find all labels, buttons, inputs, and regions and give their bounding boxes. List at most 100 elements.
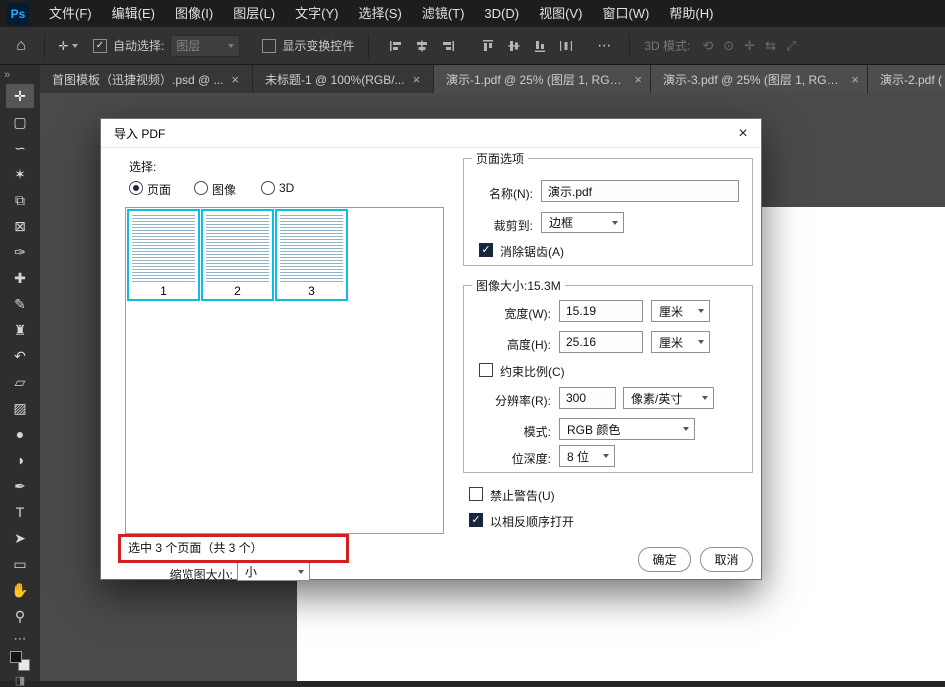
bit-depth-dropdown[interactable]: 8 位	[559, 445, 615, 467]
tool-rectangle[interactable]: ▭	[6, 552, 34, 576]
name-input[interactable]	[541, 180, 739, 202]
align-right-icon[interactable]	[435, 34, 461, 58]
photoshop-logo[interactable]: Ps	[7, 3, 29, 25]
radio-pages-label[interactable]: 页面	[147, 181, 171, 198]
antialias-checkbox[interactable]	[479, 243, 493, 257]
tool-zoom[interactable]: ⚲	[6, 604, 34, 628]
antialias-label[interactable]: 消除锯齿(A)	[500, 243, 564, 260]
scale-3d-icon[interactable]: ⤢	[786, 38, 796, 54]
drag-3d-icon[interactable]: ✛	[744, 38, 755, 54]
move-tool-preset-icon[interactable]: ✛	[55, 33, 81, 59]
tool-gradient[interactable]: ▨	[6, 396, 34, 420]
suppress-warnings-label[interactable]: 禁止警告(U)	[490, 487, 555, 504]
menu-item-help[interactable]: 帮助(H)	[659, 0, 723, 27]
home-icon[interactable]: ⌂	[8, 33, 34, 59]
menu-item-file[interactable]: 文件(F)	[39, 0, 102, 27]
tool-pen[interactable]: ✒	[6, 474, 34, 498]
ok-button[interactable]: 确定	[638, 547, 691, 572]
menu-item-type[interactable]: 文字(Y)	[285, 0, 348, 27]
radio-3d[interactable]	[261, 181, 275, 195]
pdf-page-list[interactable]: 1 2 3	[125, 207, 444, 534]
auto-select-target-dropdown[interactable]: 图层	[170, 35, 240, 57]
tool-eyedropper[interactable]: ✑	[6, 240, 34, 264]
slide-3d-icon[interactable]: ⇆	[765, 38, 776, 54]
tool-lasso[interactable]: ∽	[6, 136, 34, 160]
suppress-warnings-checkbox[interactable]	[469, 487, 483, 501]
pdf-page-thumbnail[interactable]: 3	[275, 209, 348, 301]
thumbnail-size-dropdown[interactable]: 小	[237, 562, 310, 581]
tool-type[interactable]: T	[6, 500, 34, 524]
mode-dropdown[interactable]: RGB 颜色	[559, 418, 695, 440]
tool-blur[interactable]: ●	[6, 422, 34, 446]
edit-toolbar-icon[interactable]: ⋯	[14, 631, 27, 647]
menu-item-filter[interactable]: 滤镜(T)	[412, 0, 475, 27]
width-unit-dropdown[interactable]: 厘米	[651, 300, 710, 322]
auto-select-checkbox[interactable]	[93, 39, 107, 53]
show-transform-checkbox[interactable]	[262, 39, 276, 53]
tool-hand[interactable]: ✋	[6, 578, 34, 602]
align-bottom-icon[interactable]	[527, 34, 553, 58]
reverse-order-checkbox[interactable]	[469, 513, 483, 527]
tool-crop[interactable]: ⧉	[6, 188, 34, 212]
menu-bar: Ps 文件(F) 编辑(E) 图像(I) 图层(L) 文字(Y) 选择(S) 滤…	[0, 0, 945, 27]
menu-item-layer[interactable]: 图层(L)	[223, 0, 285, 27]
document-tab[interactable]: 未标题-1 @ 100%(RGB/...	[253, 65, 433, 93]
document-tab[interactable]: 演示-3.pdf @ 25% (图层 1, RGB...	[651, 65, 867, 93]
menu-item-3d[interactable]: 3D(D)	[474, 0, 529, 27]
radio-3d-label[interactable]: 3D	[279, 181, 294, 195]
menu-item-image[interactable]: 图像(I)	[165, 0, 223, 27]
align-middle-vertical-icon[interactable]	[501, 34, 527, 58]
pdf-page-thumbnail[interactable]: 1	[127, 209, 200, 301]
radio-images[interactable]	[194, 181, 208, 195]
resolution-unit-dropdown[interactable]: 像素/英寸	[623, 387, 714, 409]
height-unit-dropdown[interactable]: 厘米	[651, 331, 710, 353]
menu-item-select[interactable]: 选择(S)	[348, 0, 411, 27]
menu-item-window[interactable]: 窗口(W)	[592, 0, 659, 27]
radio-images-label[interactable]: 图像	[212, 181, 236, 198]
close-icon[interactable]	[634, 72, 642, 87]
tool-healing-brush[interactable]: ✚	[6, 266, 34, 290]
orbit-3d-icon[interactable]: ⟲	[702, 38, 713, 54]
menu-item-view[interactable]: 视图(V)	[529, 0, 592, 27]
tool-path-selection[interactable]: ➤	[6, 526, 34, 550]
align-center-horizontal-icon[interactable]	[409, 34, 435, 58]
close-icon[interactable]	[725, 119, 761, 148]
document-tab[interactable]: 演示-1.pdf @ 25% (图层 1, RGB...	[434, 65, 650, 93]
roll-3d-icon[interactable]: ⊙	[723, 38, 734, 54]
more-align-options-icon[interactable]: ⋯	[589, 33, 619, 59]
expand-toolbar-icon[interactable]: »	[0, 65, 12, 83]
dialog-title-bar[interactable]: 导入 PDF	[101, 119, 761, 148]
constrain-proportions-checkbox[interactable]	[479, 363, 493, 377]
tool-eraser[interactable]: ▱	[6, 370, 34, 394]
tool-clone-stamp[interactable]: ♜	[6, 318, 34, 342]
document-tab[interactable]: 首图模板（迅捷视频）.psd @ ...	[40, 65, 252, 93]
menu-item-edit[interactable]: 编辑(E)	[102, 0, 165, 27]
close-icon[interactable]	[851, 72, 859, 87]
height-label: 高度(H):	[469, 336, 551, 353]
crop-to-dropdown[interactable]: 边框	[541, 212, 624, 233]
tool-brush[interactable]: ✎	[6, 292, 34, 316]
pdf-page-thumbnail[interactable]: 2	[201, 209, 274, 301]
tool-quick-selection[interactable]: ✶	[6, 162, 34, 186]
tool-history-brush[interactable]: ↶	[6, 344, 34, 368]
tool-move[interactable]: ✛	[6, 84, 34, 108]
resolution-input[interactable]	[559, 387, 616, 409]
distribute-horizontal-icon[interactable]	[553, 34, 579, 58]
close-icon[interactable]	[232, 72, 240, 87]
radio-pages[interactable]	[129, 181, 143, 195]
align-left-icon[interactable]	[383, 34, 409, 58]
close-icon[interactable]	[413, 72, 421, 87]
tool-dodge[interactable]: ◑	[6, 448, 34, 472]
foreground-color-swatch[interactable]	[10, 651, 22, 663]
tool-rectangular-marquee[interactable]: ▢	[6, 110, 34, 134]
height-input[interactable]	[559, 331, 643, 353]
crop-to-label: 裁剪到:	[451, 217, 533, 234]
cancel-button[interactable]: 取消	[700, 547, 753, 572]
constrain-proportions-label[interactable]: 约束比例(C)	[500, 363, 565, 380]
document-tab[interactable]: 演示-2.pdf (	[868, 65, 945, 93]
width-input[interactable]	[559, 300, 643, 322]
tool-frame[interactable]: ⊠	[6, 214, 34, 238]
foreground-background-color-swatches[interactable]	[9, 651, 31, 671]
align-top-icon[interactable]	[475, 34, 501, 58]
reverse-order-label[interactable]: 以相反顺序打开	[490, 513, 574, 530]
